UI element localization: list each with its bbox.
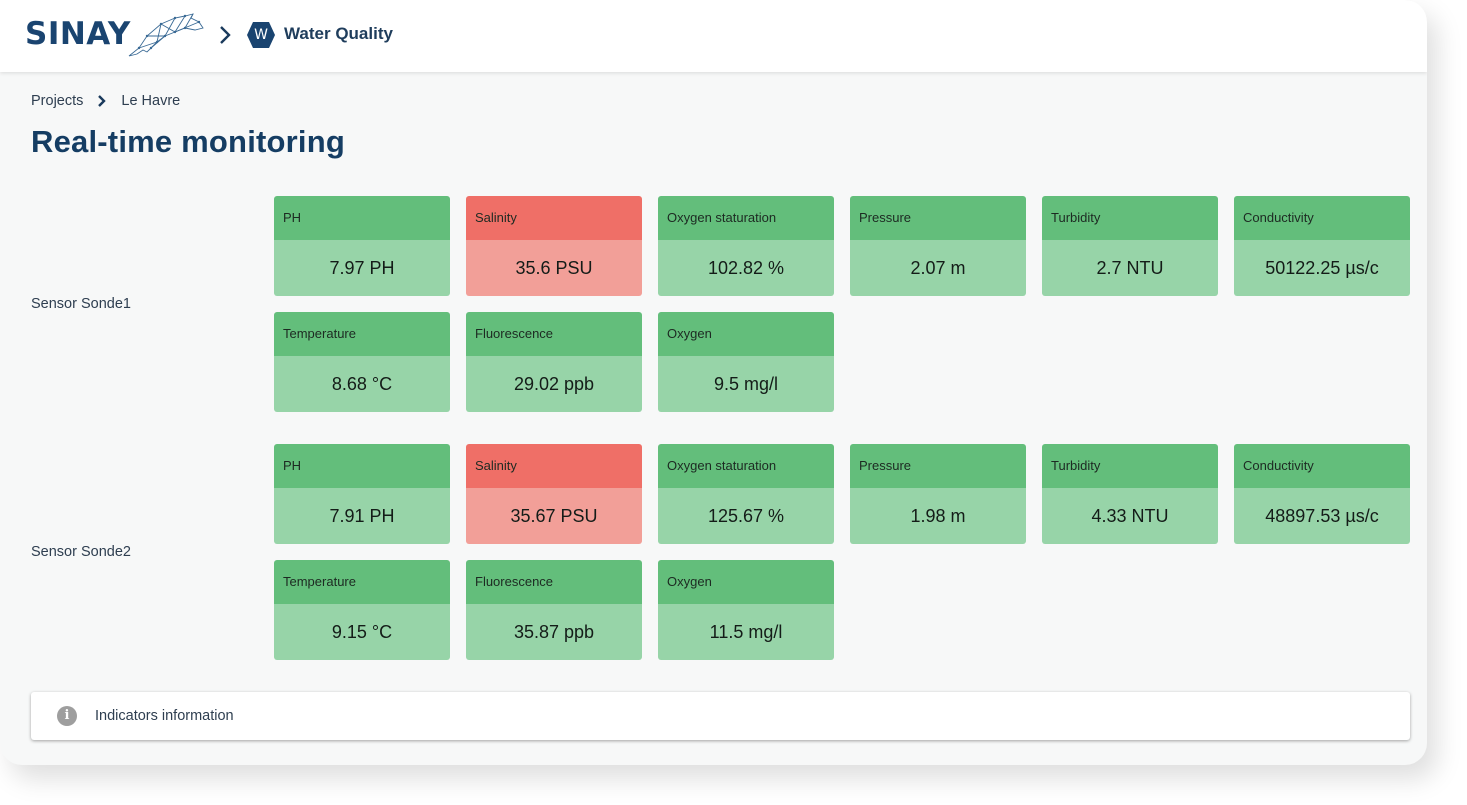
indicator-label: Fluorescence <box>466 560 642 604</box>
indicator-card-oxygen[interactable]: Oxygen 11.5 mg/l <box>658 560 834 660</box>
indicator-label: Conductivity <box>1234 196 1410 240</box>
indicator-value: 50122.25 µs/c <box>1234 240 1410 296</box>
indicator-value: 11.5 mg/l <box>658 604 834 660</box>
indicator-card-pressure[interactable]: Pressure 1.98 m <box>850 444 1026 544</box>
indicator-label: Oxygen <box>658 560 834 604</box>
breadcrumb: Projects Le Havre <box>31 93 180 109</box>
indicator-card-pressure[interactable]: Pressure 2.07 m <box>850 196 1026 296</box>
app-badge: W <box>246 21 276 49</box>
indicator-card-salinity[interactable]: Salinity 35.67 PSU <box>466 444 642 544</box>
indicator-label: Turbidity <box>1042 196 1218 240</box>
app-badge-letter: W <box>254 27 268 43</box>
sensor-label: Sensor Sonde2 <box>31 544 131 560</box>
indicator-label: Oxygen <box>658 312 834 356</box>
indicator-card-oxygen-staturation[interactable]: Oxygen staturation 125.67 % <box>658 444 834 544</box>
indicator-card-fluorescence[interactable]: Fluorescence 35.87 ppb <box>466 560 642 660</box>
sinay-logo[interactable]: SINAY <box>25 10 205 58</box>
indicator-value: 35.67 PSU <box>466 488 642 544</box>
indicator-label: Salinity <box>466 196 642 240</box>
breadcrumb-le-havre[interactable]: Le Havre <box>121 93 180 109</box>
indicators-information-label: Indicators information <box>95 708 234 724</box>
indicator-card-conductivity[interactable]: Conductivity 50122.25 µs/c <box>1234 196 1410 296</box>
breadcrumb-projects[interactable]: Projects <box>31 93 83 109</box>
indicators-information-panel[interactable]: i Indicators information <box>31 692 1410 740</box>
indicator-card-ph[interactable]: PH 7.91 PH <box>274 444 450 544</box>
indicator-value: 2.7 NTU <box>1042 240 1218 296</box>
logo-text: SINAY <box>25 16 131 52</box>
indicator-value: 8.68 °C <box>274 356 450 412</box>
indicator-card-conductivity[interactable]: Conductivity 48897.53 µs/c <box>1234 444 1410 544</box>
indicator-label: Pressure <box>850 196 1026 240</box>
indicator-value: 125.67 % <box>658 488 834 544</box>
indicator-label: Temperature <box>274 312 450 356</box>
indicator-card-turbidity[interactable]: Turbidity 2.7 NTU <box>1042 196 1218 296</box>
indicator-value: 7.97 PH <box>274 240 450 296</box>
indicator-value: 9.15 °C <box>274 604 450 660</box>
info-icon: i <box>57 706 77 726</box>
chevron-right-icon <box>97 94 107 108</box>
indicator-value: 48897.53 µs/c <box>1234 488 1410 544</box>
indicator-card-temperature[interactable]: Temperature 8.68 °C <box>274 312 450 412</box>
page-title: Real-time monitoring <box>31 124 346 159</box>
indicator-card-ph[interactable]: PH 7.97 PH <box>274 196 450 296</box>
indicator-card-oxygen[interactable]: Oxygen 9.5 mg/l <box>658 312 834 412</box>
dolphin-icon <box>128 13 204 57</box>
indicator-card-fluorescence[interactable]: Fluorescence 29.02 ppb <box>466 312 642 412</box>
indicator-card-temperature[interactable]: Temperature 9.15 °C <box>274 560 450 660</box>
indicator-label: Oxygen staturation <box>658 444 834 488</box>
indicator-card-turbidity[interactable]: Turbidity 4.33 NTU <box>1042 444 1218 544</box>
top-bar: SINAY W Water Quality <box>0 0 1427 72</box>
indicator-label: Pressure <box>850 444 1026 488</box>
indicator-label: Fluorescence <box>466 312 642 356</box>
indicator-value: 35.87 ppb <box>466 604 642 660</box>
indicator-label: PH <box>274 444 450 488</box>
indicator-card-salinity[interactable]: Salinity 35.6 PSU <box>466 196 642 296</box>
indicator-value: 1.98 m <box>850 488 1026 544</box>
indicator-label: Conductivity <box>1234 444 1410 488</box>
sensor-label: Sensor Sonde1 <box>31 296 131 312</box>
indicator-card-oxygen-staturation[interactable]: Oxygen staturation 102.82 % <box>658 196 834 296</box>
indicator-value: 4.33 NTU <box>1042 488 1218 544</box>
indicator-label: Oxygen staturation <box>658 196 834 240</box>
indicator-value: 7.91 PH <box>274 488 450 544</box>
indicator-label: Salinity <box>466 444 642 488</box>
indicator-value: 102.82 % <box>658 240 834 296</box>
app-window: SINAY W Water Quality Projects Le Havre … <box>0 0 1427 765</box>
indicator-value: 2.07 m <box>850 240 1026 296</box>
indicator-label: Temperature <box>274 560 450 604</box>
app-title[interactable]: Water Quality <box>284 24 393 44</box>
indicator-value: 35.6 PSU <box>466 240 642 296</box>
indicator-label: PH <box>274 196 450 240</box>
indicator-value: 9.5 mg/l <box>658 356 834 412</box>
indicator-value: 29.02 ppb <box>466 356 642 412</box>
chevron-right-icon <box>220 26 231 44</box>
indicator-label: Turbidity <box>1042 444 1218 488</box>
